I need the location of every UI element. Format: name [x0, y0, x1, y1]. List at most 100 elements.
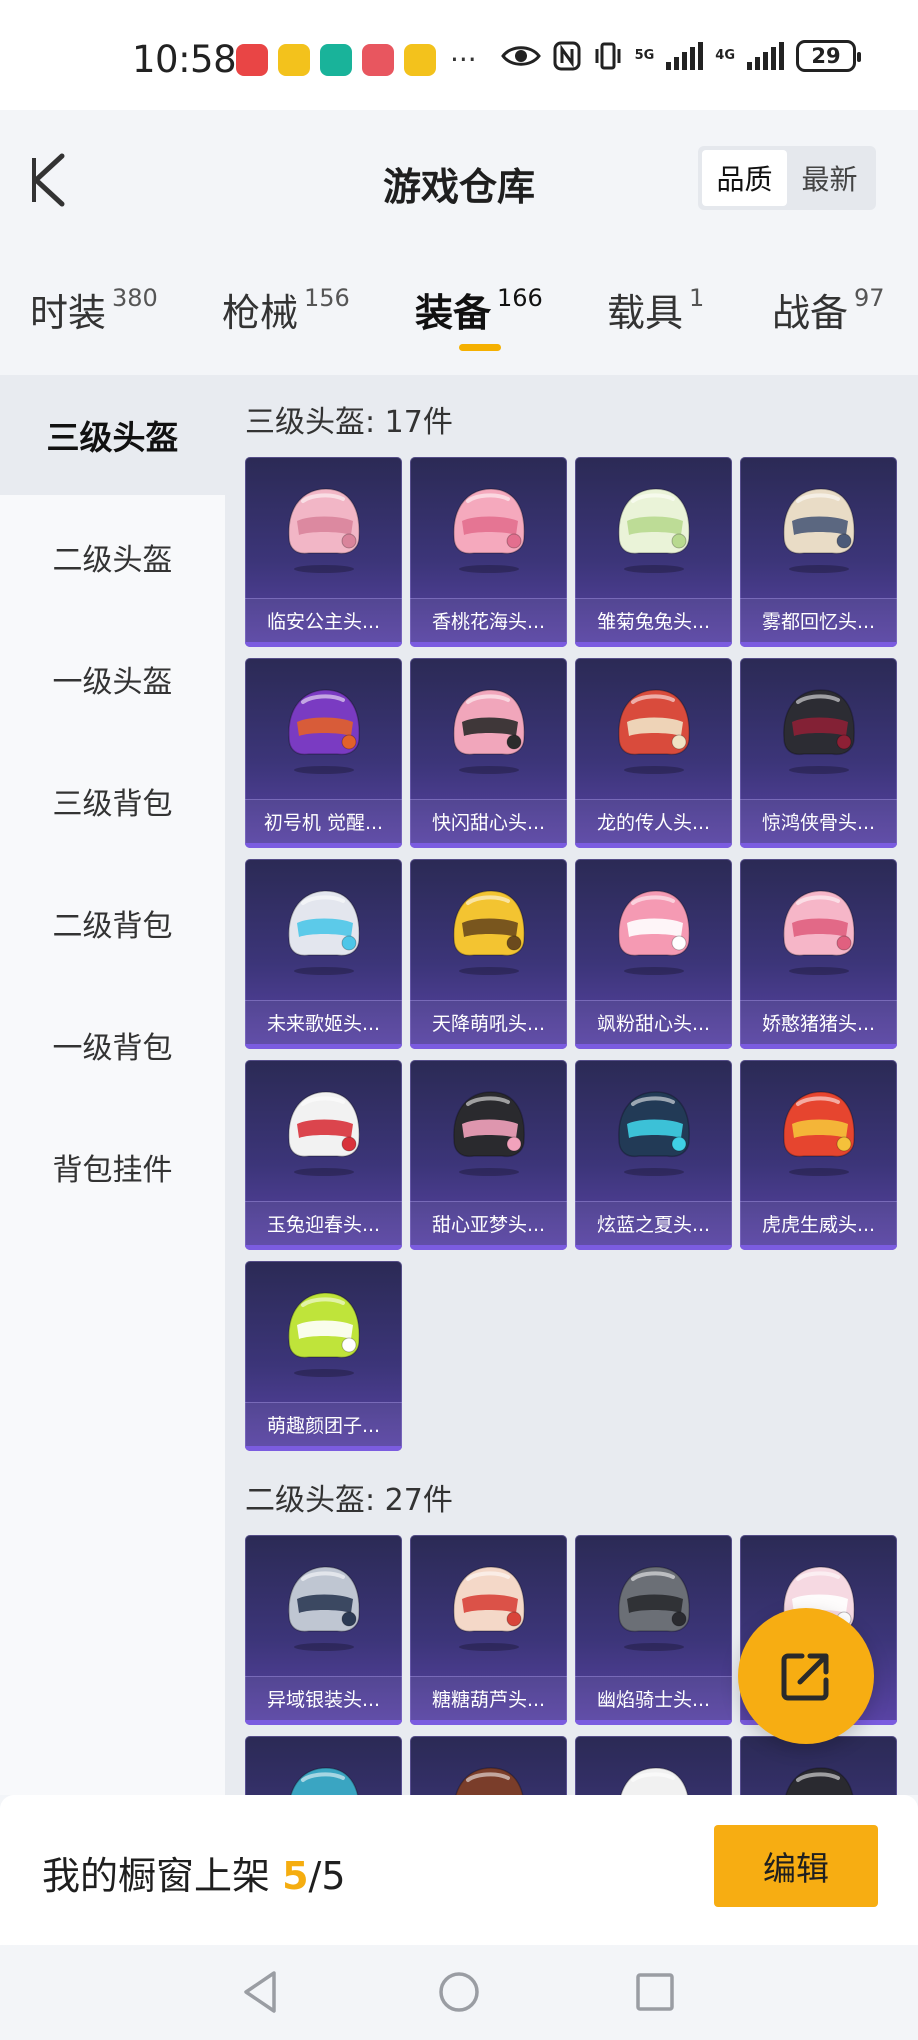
helmet-icon — [783, 890, 855, 975]
item-name: 玉兔迎春头... — [245, 1201, 402, 1245]
sidebar-item-level1-helmet[interactable]: 一级头盔 — [0, 619, 225, 739]
item-card[interactable] — [245, 1736, 402, 1795]
status-bar: 10:58 ··· 5G 4G 29 — [0, 0, 918, 110]
sort-newest-button[interactable]: 最新 — [787, 150, 872, 206]
home-nav-icon[interactable] — [434, 1967, 484, 2017]
item-card[interactable]: 虎虎生威头... — [740, 1060, 897, 1250]
edit-button[interactable]: 编辑 — [714, 1825, 878, 1907]
notification-app-icon — [278, 44, 310, 76]
item-list: 三级头盔: 17件 临安公主头... 香桃花海头... 雏菊兔兔头... 雾都回忆头.… — [225, 375, 918, 1795]
active-tab-indicator — [459, 344, 501, 351]
notification-app-icon — [404, 44, 436, 76]
item-card[interactable] — [410, 1736, 567, 1795]
helmet-icon — [453, 1091, 525, 1176]
item-card[interactable]: 快闪甜心头... — [410, 658, 567, 848]
item-card[interactable]: 异域银装头... — [245, 1535, 402, 1725]
tab-fashion[interactable]: 时装 380 — [30, 282, 158, 337]
sort-quality-button[interactable]: 品质 — [702, 150, 787, 206]
item-name: 天降萌吼头... — [410, 1000, 567, 1044]
item-card[interactable]: 玉兔迎春头... — [245, 1060, 402, 1250]
item-name: 虎虎生威头... — [740, 1201, 897, 1245]
helmet-icon — [618, 1566, 690, 1651]
item-card[interactable] — [740, 1736, 897, 1795]
item-card[interactable]: 龙的传人头... — [575, 658, 732, 848]
battery-icon: 29 — [796, 40, 861, 72]
status-time: 10:58 — [132, 38, 237, 81]
item-name: 香桃花海头... — [410, 598, 567, 642]
helmet-icon — [618, 890, 690, 975]
network-4g-label: 4G — [715, 48, 735, 63]
tab-count: 156 — [304, 284, 350, 312]
item-card[interactable]: 初号机 觉醒... — [245, 658, 402, 848]
tab-gear[interactable]: 战备 97 — [772, 282, 885, 337]
status-app-icons: ··· — [236, 44, 477, 76]
item-card[interactable]: 飒粉甜心头... — [575, 859, 732, 1049]
notification-app-icon — [362, 44, 394, 76]
helmet-icon — [288, 1566, 360, 1651]
item-name: 甜心亚梦头... — [410, 1201, 567, 1245]
showcase-total: /5 — [308, 1854, 346, 1898]
item-name: 娇憨猪猪头... — [740, 1000, 897, 1044]
item-name: 惊鸿侠骨头... — [740, 799, 897, 843]
item-name: 炫蓝之夏头... — [575, 1201, 732, 1245]
item-card[interactable]: 天降萌吼头... — [410, 859, 567, 1049]
item-grid: 临安公主头... 香桃花海头... 雏菊兔兔头... 雾都回忆头... 初号机 觉醒..… — [245, 457, 897, 1451]
item-card[interactable] — [575, 1736, 732, 1795]
notification-app-icon — [320, 44, 352, 76]
item-name: 初号机 觉醒... — [245, 799, 402, 843]
section-title: 二级头盔: 27件 — [245, 1483, 453, 1518]
helmet-icon — [288, 1091, 360, 1176]
eye-icon — [500, 46, 541, 66]
sidebar-item-backpack-charm[interactable]: 背包挂件 — [0, 1107, 225, 1227]
tab-count: 166 — [497, 284, 543, 312]
more-notifications-indicator: ··· — [450, 43, 477, 76]
item-card[interactable]: 惊鸿侠骨头... — [740, 658, 897, 848]
helmet-icon — [290, 1767, 359, 1795]
item-card[interactable]: 雾都回忆头... — [740, 457, 897, 647]
recents-nav-icon[interactable] — [630, 1967, 680, 2017]
item-name: 幽焰骑士头... — [575, 1676, 732, 1720]
tab-count: 97 — [854, 284, 885, 312]
item-card[interactable]: 未来歌姬头... — [245, 859, 402, 1049]
helmet-icon — [453, 488, 525, 573]
nfc-icon — [553, 41, 581, 71]
back-nav-icon[interactable] — [236, 1967, 286, 2017]
item-card[interactable]: 香桃花海头... — [410, 457, 567, 647]
sort-toggle: 品质 最新 — [698, 146, 876, 210]
helmet-icon — [618, 689, 690, 774]
sidebar-item-level3-helmet[interactable]: 三级头盔 — [0, 375, 225, 495]
tab-count: 1 — [689, 284, 705, 312]
item-name: 临安公主头... — [245, 598, 402, 642]
sidebar-item-level2-helmet[interactable]: 二级头盔 — [0, 497, 225, 617]
item-card[interactable]: 甜心亚梦头... — [410, 1060, 567, 1250]
tab-firearms[interactable]: 枪械 156 — [222, 282, 350, 337]
helmet-icon — [618, 1091, 690, 1176]
item-name: 雾都回忆头... — [740, 598, 897, 642]
sidebar-item-level1-backpack[interactable]: 一级背包 — [0, 985, 225, 1105]
helmet-icon — [783, 488, 855, 573]
helmet-icon — [288, 890, 360, 975]
share-button[interactable] — [738, 1608, 874, 1744]
item-card[interactable]: 娇憨猪猪头... — [740, 859, 897, 1049]
item-card[interactable]: 糖糖葫芦头... — [410, 1535, 567, 1725]
item-name: 龙的传人头... — [575, 799, 732, 843]
page-header: 游戏仓库 品质 最新 — [0, 110, 918, 260]
helmet-icon — [288, 1292, 360, 1377]
tab-vehicles[interactable]: 载具 1 — [607, 282, 704, 337]
back-arrow-icon[interactable] — [26, 150, 70, 210]
item-card[interactable]: 炫蓝之夏头... — [575, 1060, 732, 1250]
sidebar: 三级头盔 二级头盔 一级头盔 三级背包 二级背包 一级背包 背包挂件 — [0, 375, 225, 1795]
item-card[interactable]: 幽焰骑士头... — [575, 1535, 732, 1725]
item-card[interactable]: 萌趣颜团子... — [245, 1261, 402, 1451]
item-card[interactable]: 雏菊兔兔头... — [575, 457, 732, 647]
item-card[interactable]: 临安公主头... — [245, 457, 402, 647]
sidebar-item-level2-backpack[interactable]: 二级背包 — [0, 863, 225, 983]
sidebar-item-level3-backpack[interactable]: 三级背包 — [0, 741, 225, 861]
tab-equipment[interactable]: 装备 166 — [415, 282, 543, 337]
helmet-icon — [453, 1566, 525, 1651]
tab-label: 战备 — [772, 291, 849, 335]
tab-count: 380 — [112, 284, 158, 312]
item-name: 未来歌姬头... — [245, 1000, 402, 1044]
helmet-icon — [288, 689, 360, 774]
status-indicators: 5G 4G 29 — [500, 40, 861, 72]
